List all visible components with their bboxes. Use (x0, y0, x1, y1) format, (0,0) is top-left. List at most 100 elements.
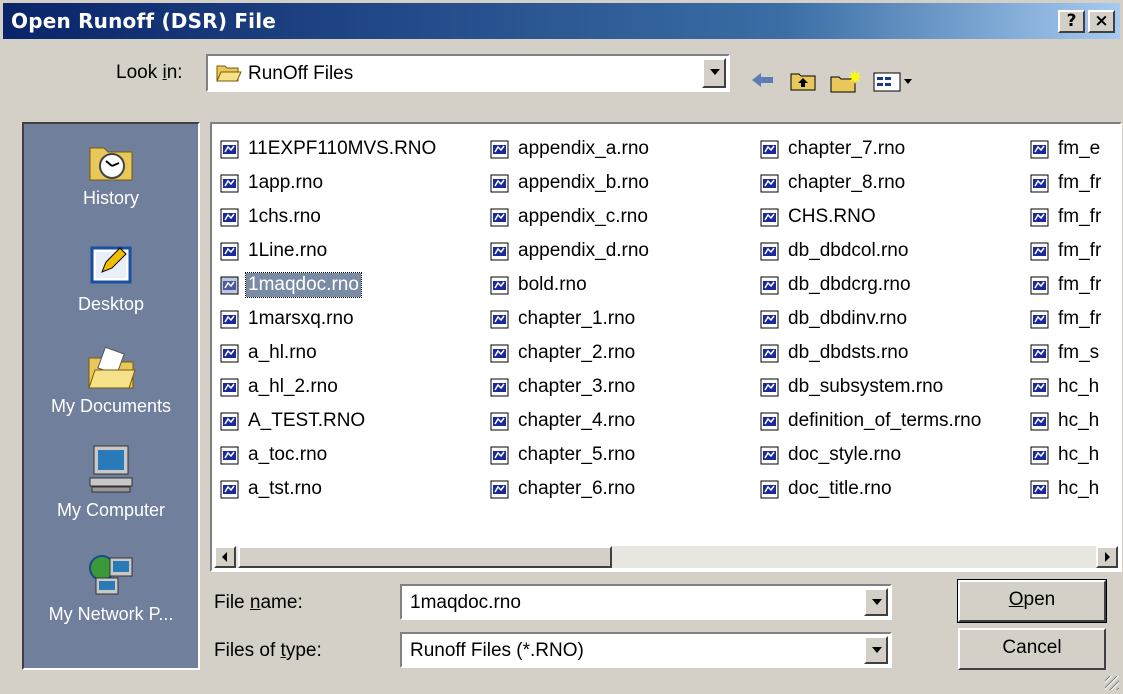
title-bar[interactable]: Open Runoff (DSR) File ? × (3, 3, 1120, 39)
my-computer-icon (89, 445, 133, 493)
file-name-combo[interactable]: 1maqdoc.rno (400, 584, 892, 620)
list-item[interactable]: definition_of_terms.rno (760, 406, 1022, 440)
back-icon[interactable] (748, 70, 778, 100)
list-item[interactable]: A_TEST.RNO (220, 406, 482, 440)
list-item[interactable]: bold.rno (490, 270, 752, 304)
rno-file-icon (220, 446, 239, 465)
list-item[interactable]: chapter_1.rno (490, 304, 752, 338)
open-button[interactable]: Open (957, 579, 1107, 623)
file-column-4: fm_e fm_fr fm_fr fm_fr fm_fr fm_fr fm_s … (1030, 134, 1120, 508)
list-item[interactable]: fm_fr (1030, 168, 1120, 202)
list-item[interactable]: db_dbdcol.rno (760, 236, 1022, 270)
close-button[interactable]: × (1088, 10, 1115, 33)
window-title: Open Runoff (DSR) File (11, 9, 277, 33)
history-icon (89, 147, 133, 181)
rno-file-icon (220, 310, 239, 329)
list-item[interactable]: chapter_5.rno (490, 440, 752, 474)
horizontal-scrollbar[interactable] (214, 546, 1118, 568)
new-folder-icon[interactable] (828, 70, 864, 100)
list-item[interactable]: chapter_8.rno (760, 168, 1022, 202)
scroll-thumb[interactable] (238, 546, 612, 568)
list-item[interactable]: 1chs.rno (220, 202, 482, 236)
list-item[interactable]: fm_e (1030, 134, 1120, 168)
file-type-dropdown-button[interactable] (864, 636, 888, 664)
place-history[interactable]: History (24, 140, 198, 209)
look-in-dropdown-button[interactable] (702, 58, 726, 88)
list-item[interactable]: db_dbdinv.rno (760, 304, 1022, 338)
list-item[interactable]: chapter_7.rno (760, 134, 1022, 168)
list-item[interactable]: hc_h (1030, 474, 1120, 508)
rno-file-icon (760, 310, 779, 329)
list-item[interactable]: appendix_b.rno (490, 168, 752, 202)
list-item[interactable]: a_tst.rno (220, 474, 482, 508)
list-item[interactable]: 1app.rno (220, 168, 482, 202)
rno-file-icon (1030, 310, 1049, 329)
list-item[interactable]: hc_h (1030, 406, 1120, 440)
rno-file-icon (760, 480, 779, 499)
list-item[interactable]: fm_fr (1030, 202, 1120, 236)
list-item[interactable]: appendix_c.rno (490, 202, 752, 236)
file-column-1: 11EXPF110MVS.RNO 1app.rno 1chs.rno 1Line… (220, 134, 482, 508)
list-item[interactable]: db_dbdsts.rno (760, 338, 1022, 372)
rno-file-icon (1030, 140, 1049, 159)
list-item[interactable]: 11EXPF110MVS.RNO (220, 134, 482, 168)
list-item[interactable]: hc_h (1030, 372, 1120, 406)
rno-file-icon (760, 242, 779, 261)
rno-file-icon (1030, 174, 1049, 193)
list-item[interactable]: fm_fr (1030, 270, 1120, 304)
list-item[interactable]: doc_style.rno (760, 440, 1022, 474)
list-item[interactable]: 1marsxq.rno (220, 304, 482, 338)
file-name-dropdown-button[interactable] (864, 588, 888, 616)
place-my-computer[interactable]: My Computer (24, 444, 198, 521)
open-folder-icon (216, 65, 242, 82)
help-button[interactable]: ? (1058, 10, 1085, 33)
rno-file-icon (760, 208, 779, 227)
list-item[interactable]: fm_fr (1030, 304, 1120, 338)
list-item[interactable]: appendix_d.rno (490, 236, 752, 270)
rno-file-icon (220, 276, 239, 295)
views-menu-icon[interactable] (872, 70, 916, 100)
list-item[interactable]: a_hl_2.rno (220, 372, 482, 406)
place-desktop[interactable]: Desktop (24, 242, 198, 315)
place-my-network-places[interactable]: My Network P... (24, 552, 198, 625)
list-item[interactable]: CHS.RNO (760, 202, 1022, 236)
up-folder-icon[interactable] (786, 70, 820, 100)
rno-file-icon (1030, 480, 1049, 499)
look-in-combo[interactable]: RunOff Files (206, 54, 730, 92)
list-item[interactable]: db_subsystem.rno (760, 372, 1022, 406)
network-places-icon (89, 555, 133, 595)
list-item[interactable]: 1Line.rno (220, 236, 482, 270)
cancel-button[interactable]: Cancel (958, 628, 1106, 670)
rno-file-icon (490, 480, 509, 499)
file-name-input[interactable]: 1maqdoc.rno (410, 592, 521, 614)
rno-file-icon (1030, 378, 1049, 397)
list-item[interactable]: hc_h (1030, 440, 1120, 474)
scroll-left-button[interactable] (214, 546, 236, 568)
rno-file-icon (490, 310, 509, 329)
list-item[interactable]: db_dbdcrg.rno (760, 270, 1022, 304)
rno-file-icon (760, 276, 779, 295)
list-item[interactable]: chapter_3.rno (490, 372, 752, 406)
rno-file-icon (490, 208, 509, 227)
file-list[interactable]: 11EXPF110MVS.RNO 1app.rno 1chs.rno 1Line… (210, 122, 1122, 572)
file-type-combo[interactable]: Runoff Files (*.RNO) (400, 632, 892, 668)
list-item[interactable]: a_hl.rno (220, 338, 482, 372)
rno-file-icon (1030, 412, 1049, 431)
list-item[interactable]: a_toc.rno (220, 440, 482, 474)
list-item[interactable]: doc_title.rno (760, 474, 1022, 508)
list-item[interactable]: chapter_6.rno (490, 474, 752, 508)
list-item-selected[interactable]: 1maqdoc.rno (220, 270, 482, 304)
rno-file-icon (490, 174, 509, 193)
list-item[interactable]: fm_s (1030, 338, 1120, 372)
list-item[interactable]: fm_fr (1030, 236, 1120, 270)
place-my-documents[interactable]: My Documents (24, 346, 198, 417)
scroll-right-button[interactable] (1096, 546, 1118, 568)
rno-file-icon (220, 480, 239, 499)
list-item[interactable]: chapter_2.rno (490, 338, 752, 372)
list-item[interactable]: appendix_a.rno (490, 134, 752, 168)
resize-grip-icon[interactable] (1105, 676, 1119, 690)
rno-file-icon (490, 344, 509, 363)
rno-file-icon (220, 378, 239, 397)
list-item[interactable]: chapter_4.rno (490, 406, 752, 440)
rno-file-icon (490, 446, 509, 465)
